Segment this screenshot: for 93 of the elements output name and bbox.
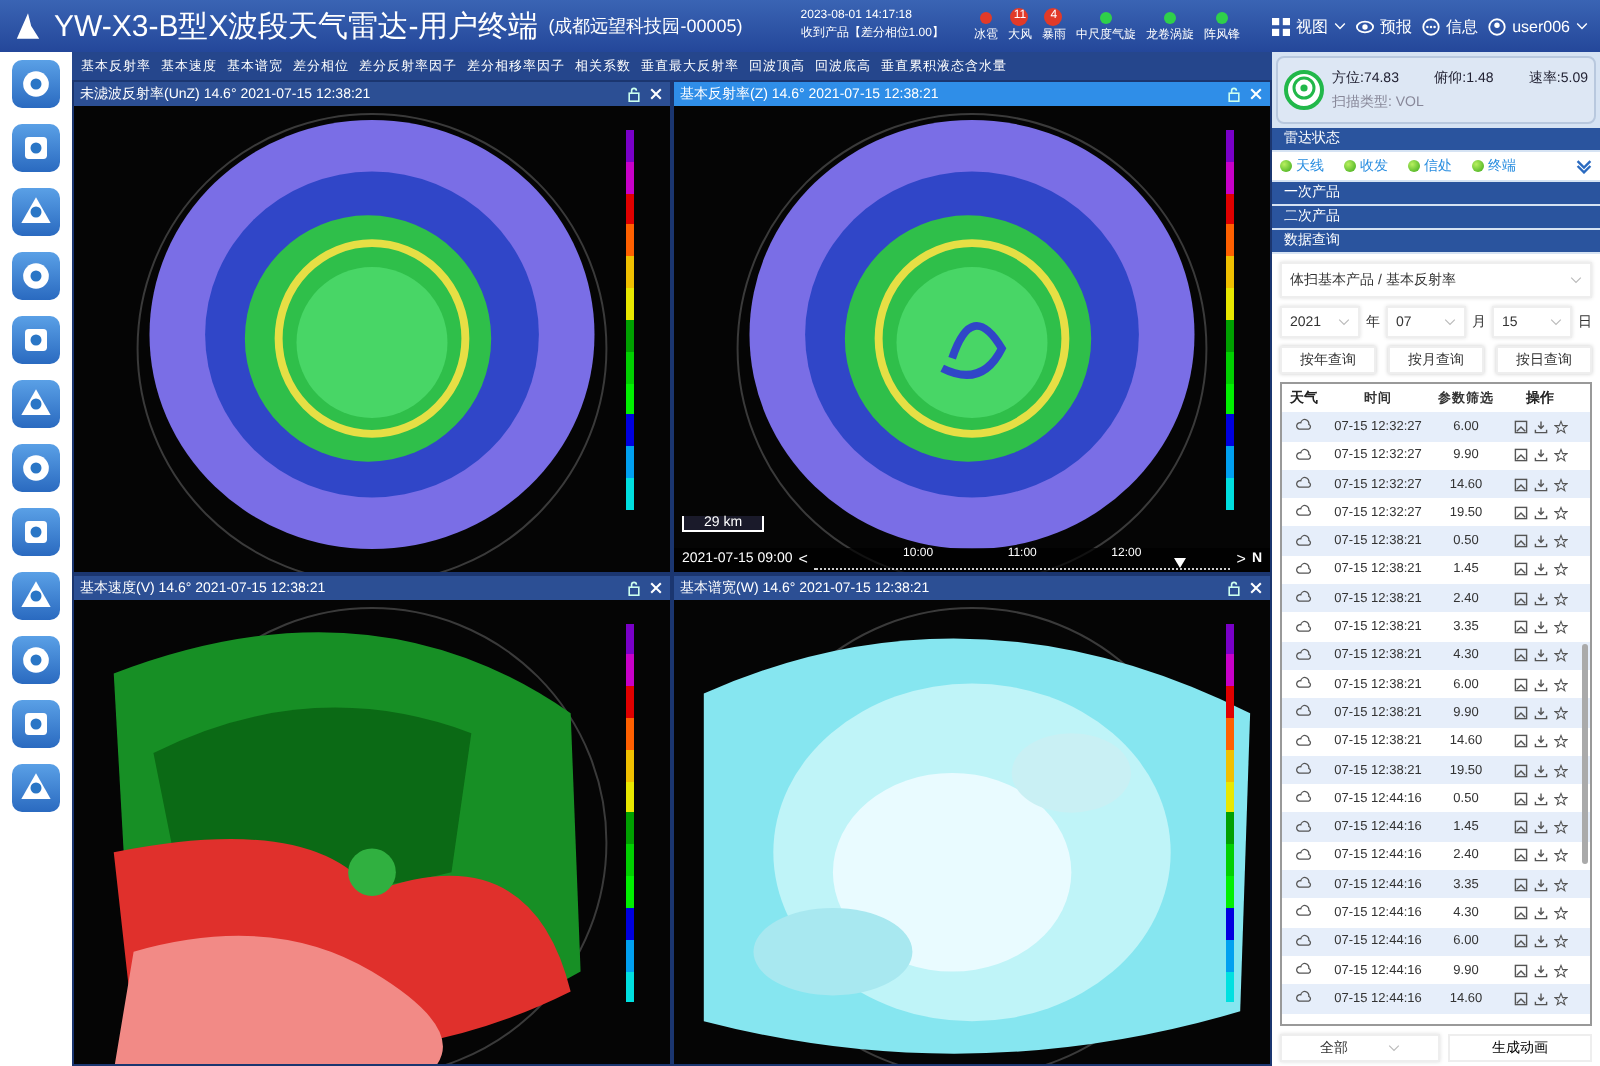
download-icon[interactable] bbox=[1533, 534, 1547, 549]
image-icon[interactable] bbox=[1513, 534, 1527, 549]
image-icon[interactable] bbox=[1513, 934, 1527, 949]
star-icon[interactable] bbox=[1553, 763, 1567, 777]
star-icon[interactable] bbox=[1553, 734, 1567, 749]
download-icon[interactable] bbox=[1533, 734, 1547, 749]
message-icon bbox=[1422, 17, 1441, 35]
download-icon[interactable] bbox=[1533, 677, 1547, 692]
eye-icon bbox=[1356, 17, 1375, 35]
download-icon[interactable] bbox=[1533, 705, 1547, 720]
caret-icon bbox=[1570, 276, 1582, 284]
star-icon[interactable] bbox=[1553, 677, 1567, 692]
previous-button[interactable]: < bbox=[798, 550, 808, 568]
star-icon[interactable] bbox=[1553, 877, 1567, 892]
download-icon[interactable] bbox=[1533, 648, 1547, 663]
image-icon[interactable] bbox=[1513, 820, 1527, 835]
image-icon[interactable] bbox=[1513, 477, 1527, 492]
close-icon[interactable] bbox=[648, 86, 664, 102]
image-icon[interactable] bbox=[1513, 963, 1527, 978]
star-icon[interactable] bbox=[1553, 905, 1567, 920]
lock-icon[interactable] bbox=[1226, 579, 1242, 595]
chevron-down-icon[interactable] bbox=[1576, 158, 1592, 174]
download-icon[interactable] bbox=[1533, 477, 1547, 492]
menu-button[interactable]: 信息 bbox=[1422, 15, 1479, 37]
caret-icon bbox=[1334, 22, 1347, 30]
download-icon[interactable] bbox=[1533, 448, 1547, 463]
image-icon[interactable] bbox=[1513, 763, 1527, 777]
download-icon[interactable] bbox=[1533, 963, 1547, 978]
close-icon[interactable] bbox=[1248, 579, 1264, 595]
image-icon[interactable] bbox=[1513, 791, 1527, 806]
download-icon[interactable] bbox=[1533, 848, 1547, 863]
menu-button[interactable]: user006 bbox=[1488, 15, 1588, 37]
image-icon[interactable] bbox=[1513, 705, 1527, 720]
antenna-icon bbox=[1284, 70, 1324, 110]
star-icon[interactable] bbox=[1553, 791, 1567, 806]
download-icon[interactable] bbox=[1533, 620, 1547, 635]
window-subtitle: (成都远望科技园-00005) bbox=[548, 13, 743, 39]
close-icon[interactable] bbox=[648, 579, 664, 595]
lock-icon[interactable] bbox=[626, 579, 642, 595]
image-icon[interactable] bbox=[1513, 648, 1527, 663]
download-icon[interactable] bbox=[1533, 934, 1547, 949]
star-icon[interactable] bbox=[1553, 505, 1567, 520]
image-icon[interactable] bbox=[1513, 991, 1527, 1006]
image-icon[interactable] bbox=[1513, 591, 1527, 606]
download-icon[interactable] bbox=[1533, 820, 1547, 835]
star-icon[interactable] bbox=[1553, 848, 1567, 863]
lock-icon[interactable] bbox=[1226, 86, 1242, 102]
user-icon bbox=[1488, 17, 1507, 35]
lock-icon[interactable] bbox=[626, 86, 642, 102]
star-icon[interactable] bbox=[1553, 963, 1567, 978]
menu-button[interactable]: 视图 bbox=[1272, 15, 1347, 37]
image-icon[interactable] bbox=[1513, 734, 1527, 749]
logo-icon bbox=[12, 10, 44, 42]
star-icon[interactable] bbox=[1553, 991, 1567, 1006]
star-icon[interactable] bbox=[1553, 591, 1567, 606]
star-icon[interactable] bbox=[1553, 648, 1567, 663]
star-icon[interactable] bbox=[1553, 620, 1567, 635]
download-icon[interactable] bbox=[1533, 791, 1547, 806]
star-icon[interactable] bbox=[1553, 705, 1567, 720]
download-icon[interactable] bbox=[1533, 505, 1547, 520]
download-icon[interactable] bbox=[1533, 991, 1547, 1006]
next-button[interactable]: > bbox=[1236, 550, 1246, 568]
star-icon[interactable] bbox=[1553, 562, 1567, 577]
image-icon[interactable] bbox=[1513, 448, 1527, 463]
caret-icon bbox=[1388, 1044, 1400, 1052]
image-icon[interactable] bbox=[1513, 677, 1527, 692]
star-icon[interactable] bbox=[1553, 419, 1567, 434]
menu-button[interactable]: 预报 bbox=[1356, 15, 1413, 37]
download-icon[interactable] bbox=[1533, 591, 1547, 606]
download-icon[interactable] bbox=[1533, 763, 1547, 777]
download-icon[interactable] bbox=[1533, 419, 1547, 434]
image-icon[interactable] bbox=[1513, 505, 1527, 520]
download-icon[interactable] bbox=[1533, 877, 1547, 892]
image-icon[interactable] bbox=[1513, 905, 1527, 920]
image-icon[interactable] bbox=[1513, 419, 1527, 434]
caret-icon bbox=[1550, 318, 1562, 326]
image-icon[interactable] bbox=[1513, 620, 1527, 635]
star-icon[interactable] bbox=[1553, 934, 1567, 949]
grid-icon bbox=[1272, 17, 1291, 35]
close-icon[interactable] bbox=[1248, 86, 1264, 102]
star-icon[interactable] bbox=[1553, 534, 1567, 549]
star-icon[interactable] bbox=[1553, 448, 1567, 463]
image-icon[interactable] bbox=[1513, 877, 1527, 892]
image-icon[interactable] bbox=[1513, 848, 1527, 863]
caret-icon bbox=[1576, 22, 1588, 30]
download-icon[interactable] bbox=[1533, 562, 1547, 577]
download-icon[interactable] bbox=[1533, 905, 1547, 920]
window-title: YW-X3-B型X波段天气雷达-用户终端 bbox=[54, 7, 539, 45]
caret-icon bbox=[1444, 318, 1456, 326]
star-icon[interactable] bbox=[1553, 820, 1567, 835]
star-icon[interactable] bbox=[1553, 477, 1567, 492]
image-icon[interactable] bbox=[1513, 562, 1527, 577]
caret-icon bbox=[1338, 318, 1350, 326]
